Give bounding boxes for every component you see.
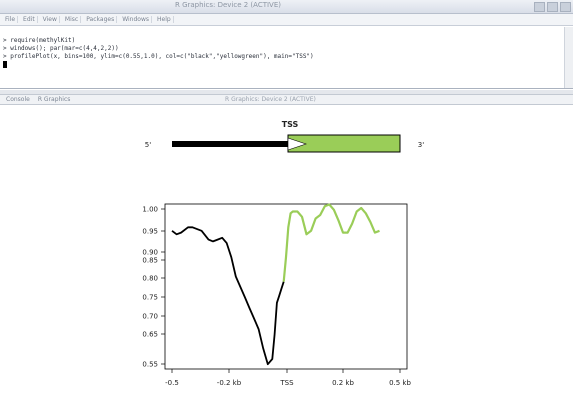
close-button[interactable] <box>560 2 571 12</box>
menu-file[interactable]: File <box>3 16 19 23</box>
five-prime-label: 5' <box>145 141 151 149</box>
window-title: R Graphics: Device 2 (ACTIVE) <box>175 1 281 9</box>
x-axis: -0.5 -0.2 kb TSS 0.2 kb 0.5 kb <box>165 369 411 387</box>
console-line: > profilePlot(x, bins=100, ylim=c(0.55,1… <box>3 53 314 60</box>
y-tick-label: 0.70 <box>142 313 158 321</box>
console-prompt[interactable] <box>3 61 570 69</box>
menu-edit[interactable]: Edit <box>21 16 38 23</box>
graphics-tabbar: Console R Graphics R Graphics: Device 2 … <box>0 95 573 105</box>
y-tick-label: 0.95 <box>142 228 158 236</box>
y-tick-label: 0.55 <box>142 361 158 369</box>
y-tick-label: 0.90 <box>142 249 158 257</box>
tab-graphics[interactable]: R Graphics <box>36 96 73 103</box>
graphics-device-title: R Graphics: Device 2 (ACTIVE) <box>225 96 316 103</box>
text-cursor <box>3 61 7 68</box>
upstream-bar <box>172 141 288 147</box>
console-line: > require(methylKit) <box>3 37 76 44</box>
console-scrollbar[interactable] <box>564 27 573 88</box>
upstream-profile-line <box>171 226 285 366</box>
r-console[interactable]: > require(methylKit) > windows(); par(ma… <box>0 27 573 89</box>
tab-console[interactable]: Console <box>4 96 32 103</box>
gene-model-title: TSS <box>282 120 299 129</box>
menu-bar: File Edit View Misc Packages Windows Hel… <box>0 14 573 26</box>
console-line: > windows(); par(mar=c(4,4,2,2)) <box>3 45 119 52</box>
three-prime-label: 3' <box>418 141 424 149</box>
menu-windows[interactable]: Windows <box>120 16 152 23</box>
window-controls <box>534 2 571 12</box>
x-tick-label: TSS <box>279 379 294 387</box>
y-tick-label: 0.75 <box>142 294 158 302</box>
minimize-button[interactable] <box>534 2 545 12</box>
plot-frame <box>164 203 408 370</box>
downstream-profile-line <box>282 203 380 282</box>
menu-misc[interactable]: Misc <box>63 16 82 23</box>
x-tick-label: -0.2 kb <box>217 379 242 387</box>
x-tick-label: -0.5 <box>165 379 179 387</box>
maximize-button[interactable] <box>547 2 558 12</box>
y-axis: 0.55 0.65 0.70 0.75 0.80 0.850.90 0.95 1.00 <box>142 206 165 369</box>
x-tick-label: 0.2 kb <box>332 379 354 387</box>
y-tick-label: 0.80 <box>142 275 158 283</box>
graphics-device: TSS 5' 3' 0.55 0.65 0.70 0.75 0.80 0.85 0.90 0.… <box>0 106 573 402</box>
y-tick-label: 1.00 <box>142 206 158 214</box>
profile-lines <box>171 203 380 366</box>
y-tick-label: 0.85 <box>142 257 158 265</box>
y-tick-label: 0.65 <box>142 331 158 339</box>
window-titlebar: R Graphics: Device 2 (ACTIVE) <box>0 0 573 14</box>
menu-view[interactable]: View <box>41 16 60 23</box>
menu-packages[interactable]: Packages <box>84 16 118 23</box>
profile-plot: TSS 5' 3' 0.550.650.700.750.800.850.900.… <box>142 120 424 387</box>
menu-help[interactable]: Help <box>155 16 174 23</box>
x-tick-label: 0.5 kb <box>389 379 411 387</box>
